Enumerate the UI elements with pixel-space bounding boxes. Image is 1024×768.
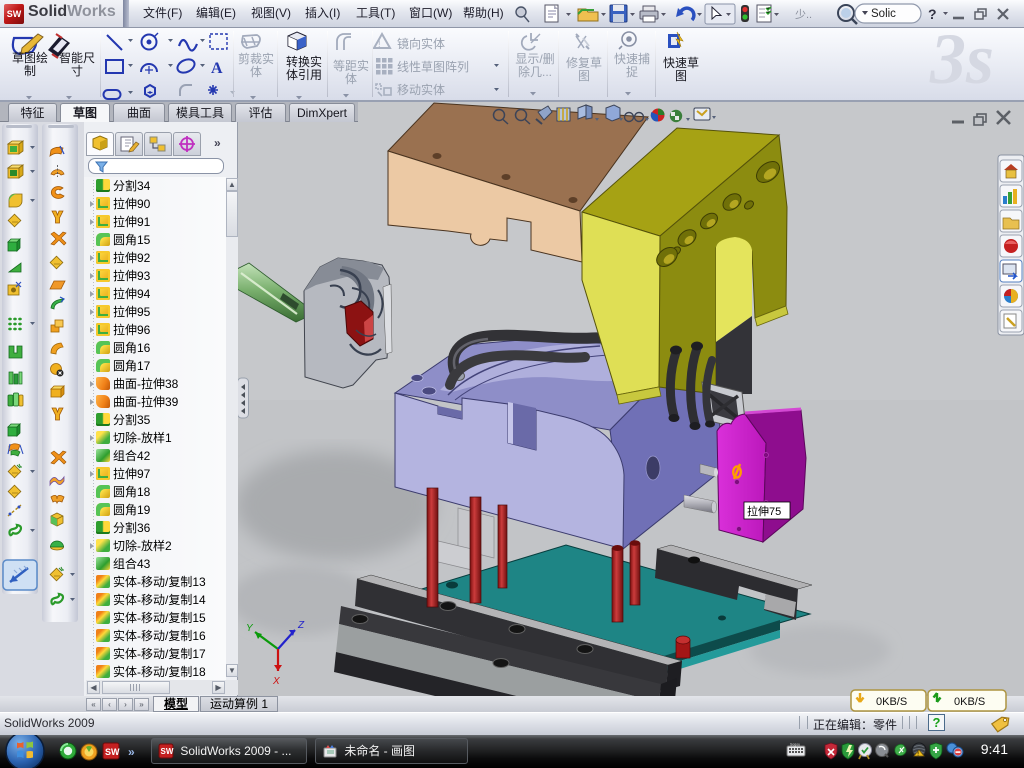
svg-text:Solic: Solic	[871, 8, 896, 20]
svg-text:»: »	[128, 745, 135, 759]
svg-text:!: !	[378, 39, 381, 49]
svg-text:拉伸75: 拉伸75	[747, 504, 781, 518]
svg-text:SW: SW	[161, 747, 174, 756]
svg-text:0KB/S: 0KB/S	[876, 696, 907, 708]
svg-text:Sogou: Sogou	[790, 743, 800, 747]
svg-text:A: A	[211, 60, 223, 77]
svg-text:0KB/S: 0KB/S	[954, 696, 985, 708]
svg-text:SW: SW	[105, 747, 120, 757]
svg-text:少..: 少..	[795, 8, 812, 21]
svg-text:Z: Z	[297, 620, 305, 631]
svg-text:X: X	[272, 676, 280, 687]
